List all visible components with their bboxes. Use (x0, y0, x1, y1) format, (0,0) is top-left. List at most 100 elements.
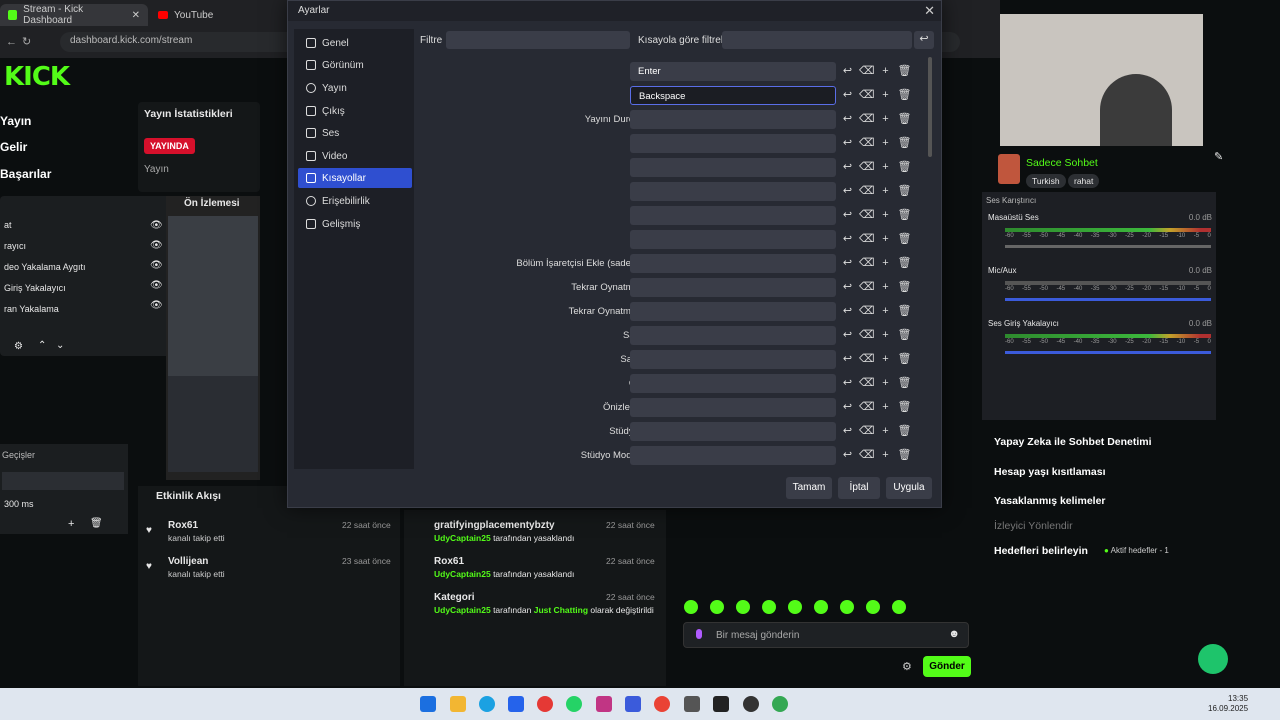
whatsapp-icon[interactable] (566, 696, 582, 712)
trash-icon[interactable]: 🗑 (897, 231, 912, 247)
trash-icon[interactable]: 🗑 (897, 423, 912, 439)
hotkey-input[interactable] (630, 230, 836, 249)
nav-gelir[interactable]: Gelir (0, 140, 27, 154)
revert-icon[interactable]: ↩ (840, 183, 855, 199)
trash-icon[interactable]: 🗑 (897, 327, 912, 343)
clear-icon[interactable]: ⌫ (859, 255, 875, 271)
trash-icon[interactable]: 🗑 (897, 111, 912, 127)
hotkey-input[interactable] (630, 302, 836, 321)
trash-icon[interactable]: 🗑 (897, 159, 912, 175)
revert-icon[interactable]: ↩ (840, 231, 855, 247)
add-icon[interactable]: + (878, 159, 893, 175)
sidebar-item-stream[interactable]: Yayın (298, 78, 412, 98)
instagram-icon[interactable] (596, 696, 612, 712)
filter-input[interactable] (446, 31, 630, 49)
add-icon[interactable]: + (878, 255, 893, 271)
sidebar-item-appearance[interactable]: Görünüm (298, 55, 412, 75)
trash-icon[interactable]: 🗑 (897, 135, 912, 151)
clear-icon[interactable]: ⌫ (859, 423, 875, 439)
clear-icon[interactable]: ⌫ (859, 159, 875, 175)
volume-slider[interactable] (1005, 298, 1211, 301)
clear-icon[interactable]: ⌫ (859, 303, 875, 319)
clear-icon[interactable]: ⌫ (859, 87, 875, 103)
trash-icon[interactable]: 🗑 (897, 279, 912, 295)
add-icon[interactable]: + (878, 231, 893, 247)
hotkey-input[interactable] (630, 422, 836, 441)
trash-icon[interactable]: 🗑 (897, 399, 912, 415)
add-icon[interactable]: + (878, 351, 893, 367)
clear-icon[interactable]: ⌫ (859, 351, 875, 367)
revert-icon[interactable]: ↩ (840, 135, 855, 151)
sidebar-item-hotkeys[interactable]: Kısayollar (298, 168, 412, 188)
trash-icon[interactable]: 🗑 (897, 63, 912, 79)
send-button[interactable]: Gönder (923, 656, 971, 677)
emoji-icon[interactable]: ☻ (948, 628, 960, 640)
revert-icon[interactable]: ↩ (840, 159, 855, 175)
revert-icon[interactable]: ↩ (840, 375, 855, 391)
revert-icon[interactable]: ↩ (840, 111, 855, 127)
sidebar-item-output[interactable]: Çıkış (298, 101, 412, 121)
revert-icon[interactable]: ↩ (840, 327, 855, 343)
source-item[interactable]: ran Yakalama (4, 304, 86, 314)
add-icon[interactable]: + (68, 518, 74, 530)
emote-icon[interactable] (866, 600, 880, 614)
revert-icon[interactable]: ↩ (840, 399, 855, 415)
close-icon[interactable]: ✕ (924, 3, 935, 19)
hotkey-input[interactable] (630, 158, 836, 177)
emote-icon[interactable] (814, 600, 828, 614)
add-icon[interactable]: + (878, 207, 893, 223)
hotkey-input[interactable] (630, 254, 836, 273)
sidebar-item-video[interactable]: Video (298, 146, 412, 166)
hotkey-input[interactable] (630, 182, 836, 201)
clock[interactable]: 13:35 16.09.2025 (1208, 694, 1248, 714)
tag[interactable]: rahat (1068, 174, 1100, 188)
hotkey-input[interactable] (630, 398, 836, 417)
moderator-name[interactable]: UdyCaptain25 (434, 533, 491, 543)
source-item[interactable]: deo Yakalama Aygıtı (4, 262, 86, 272)
revert-icon[interactable]: ↩ (840, 207, 855, 223)
volume-slider[interactable] (1005, 245, 1211, 248)
revert-icon[interactable]: ↩ (840, 63, 855, 79)
tab-youtube[interactable]: YouTube (150, 4, 260, 26)
menu-banned-words[interactable]: Yasaklanmış kelimeler (994, 495, 1106, 507)
app-icon[interactable] (508, 696, 524, 712)
emote-icon[interactable] (840, 600, 854, 614)
add-icon[interactable]: + (878, 183, 893, 199)
reload-icon[interactable]: ↻ (22, 35, 31, 48)
hotkey-input[interactable] (630, 446, 836, 465)
back-arrow-icon[interactable]: ← (6, 36, 17, 48)
chevron-up-icon[interactable]: ⌃ (38, 340, 46, 351)
trash-icon[interactable]: 🗑 (897, 183, 912, 199)
hotkey-input[interactable] (630, 206, 836, 225)
close-icon[interactable]: ✕ (132, 10, 140, 21)
hotkey-input[interactable] (630, 278, 836, 297)
clear-icon[interactable]: ⌫ (859, 375, 875, 391)
source-item[interactable]: at (4, 220, 86, 230)
add-icon[interactable]: + (878, 111, 893, 127)
add-icon[interactable]: + (878, 399, 893, 415)
category-name[interactable]: Just Chatting (534, 605, 588, 615)
hotkey-input[interactable] (630, 374, 836, 393)
revert-icon[interactable]: ↩ (840, 255, 855, 271)
chrome-icon[interactable] (772, 696, 788, 712)
moderator-name[interactable]: UdyCaptain25 (434, 605, 491, 615)
eye-icon[interactable]: 👁 (150, 220, 163, 231)
revert-icon[interactable]: ↩ (840, 423, 855, 439)
channel-category[interactable]: Sadece Sohbet (1026, 157, 1098, 169)
menu-goals[interactable]: Hedefleri belirleyin (994, 545, 1088, 557)
app-icon[interactable] (684, 696, 700, 712)
trash-icon[interactable]: 🗑 (897, 207, 912, 223)
trash-icon[interactable]: 🗑 (897, 375, 912, 391)
windows-start-icon[interactable] (420, 696, 436, 712)
clear-icon[interactable]: ⌫ (859, 183, 875, 199)
add-icon[interactable]: + (878, 303, 893, 319)
clear-icon[interactable]: ⌫ (859, 327, 875, 343)
tab-kick-dashboard[interactable]: Stream - Kick Dashboard ✕ (0, 4, 148, 26)
emote-icon[interactable] (892, 600, 906, 614)
revert-icon[interactable]: ↩ (840, 447, 855, 463)
eye-icon[interactable]: 👁 (150, 300, 163, 311)
eye-icon[interactable]: 👁 (150, 280, 163, 291)
gear-icon[interactable]: ⚙ (902, 660, 912, 673)
edit-icon[interactable]: ✎ (1214, 150, 1223, 163)
emote-icon[interactable] (762, 600, 776, 614)
